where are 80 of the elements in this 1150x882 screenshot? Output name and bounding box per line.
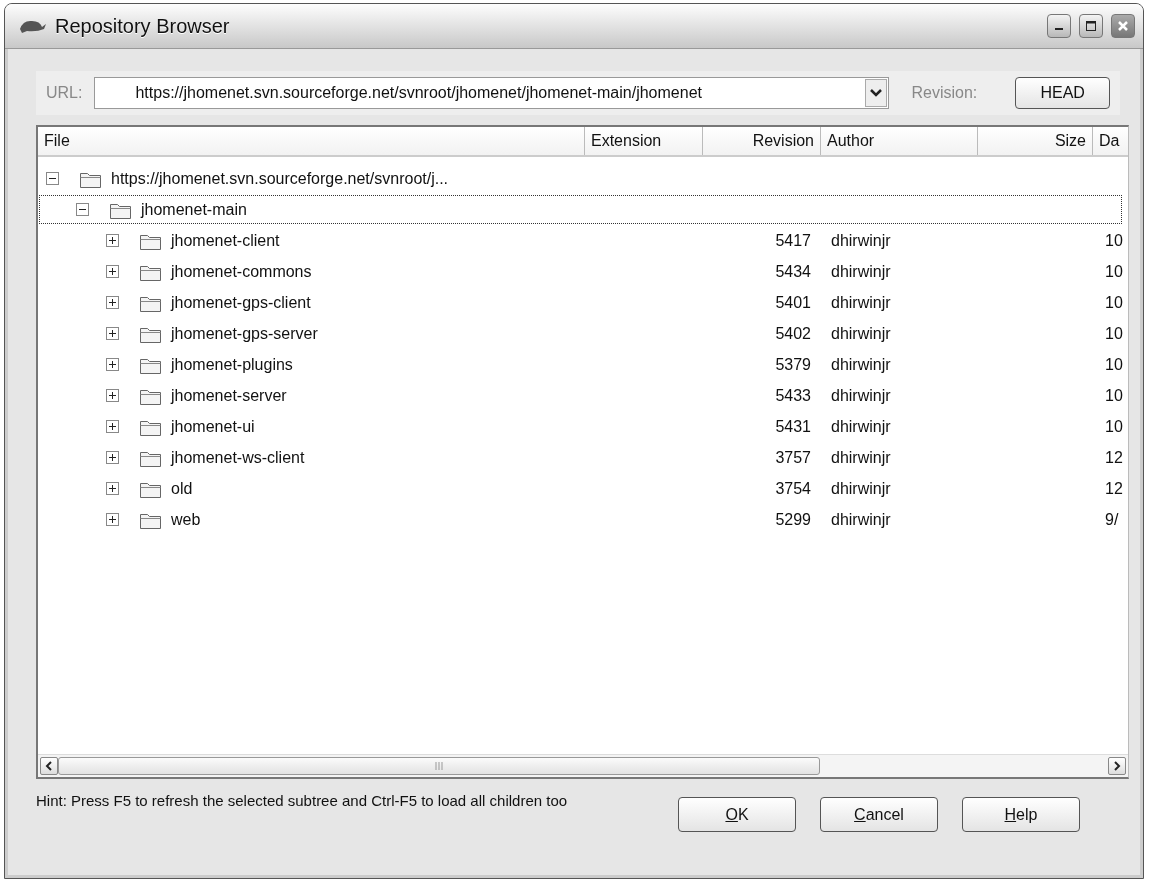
revision-cell: 5433 xyxy=(775,386,811,404)
author-cell: dhirwinjr xyxy=(831,262,891,280)
scrollbar-thumb[interactable] xyxy=(58,757,820,775)
minimize-button[interactable] xyxy=(1047,14,1071,38)
dialog-button[interactable]: OK xyxy=(678,797,796,832)
expand-icon[interactable] xyxy=(106,327,119,340)
tree-item[interactable]: jhomenet-client xyxy=(171,231,280,250)
tree-item[interactable]: old xyxy=(171,479,193,498)
expand-icon[interactable] xyxy=(106,234,119,247)
date-cell: 9/ xyxy=(1105,510,1119,528)
dialog-button[interactable]: Cancel xyxy=(820,797,938,832)
author-cell: dhirwinjr xyxy=(831,355,891,373)
tree-item[interactable]: jhomenet-gps-client xyxy=(171,293,311,312)
revision-cell: 5379 xyxy=(775,355,811,373)
revision-cell: 5417 xyxy=(775,231,811,249)
tree-item[interactable]: jhomenet-ui xyxy=(171,417,255,436)
revision-button[interactable]: HEAD xyxy=(1015,77,1110,109)
revision-cell: 5402 xyxy=(775,324,811,342)
author-cell: dhirwinjr xyxy=(831,386,891,404)
author-cell: dhirwinjr xyxy=(831,479,891,497)
column-header[interactable]: Size xyxy=(1054,132,1086,150)
hint-text: Hint: Press F5 to refresh the selected subtree and Ctrl-F5 to load all children too xyxy=(36,791,569,811)
url-combobox[interactable]: https://jhomenet.svn.sourceforge.net/svnroot/jhomenet/jhomenet-main/jhomenet xyxy=(94,77,890,109)
url-label: URL: xyxy=(46,84,83,102)
scroll-right-icon[interactable] xyxy=(1113,761,1121,771)
expand-icon[interactable] xyxy=(106,265,119,278)
author-cell: dhirwinjr xyxy=(831,231,891,249)
window-title: Repository Browser xyxy=(55,14,231,38)
tree-item[interactable]: jhomenet-commons xyxy=(171,262,312,281)
revision-cell: 5401 xyxy=(775,293,811,311)
expand-icon[interactable] xyxy=(106,420,119,433)
tree-item[interactable]: https://jhomenet.svn.sourceforge.net/svnroot/j... xyxy=(111,169,449,188)
maximize-button[interactable] xyxy=(1079,14,1103,38)
column-header[interactable]: Revision xyxy=(752,132,814,150)
date-cell: 10 xyxy=(1105,417,1123,435)
expand-icon[interactable] xyxy=(106,389,119,402)
author-cell: dhirwinjr xyxy=(831,510,891,528)
column-header[interactable]: File xyxy=(44,132,70,150)
author-cell: dhirwinjr xyxy=(831,417,891,435)
author-cell: dhirwinjr xyxy=(831,448,891,466)
maximize-icon[interactable] xyxy=(1085,20,1097,32)
close-icon[interactable] xyxy=(1117,20,1129,32)
date-cell: 12 xyxy=(1105,448,1123,466)
horizontal-scrollbar[interactable] xyxy=(38,754,1128,777)
expand-icon[interactable] xyxy=(106,482,119,495)
scroll-left-icon[interactable] xyxy=(45,761,53,771)
tree-item[interactable]: web xyxy=(171,510,201,529)
expand-icon[interactable] xyxy=(106,296,119,309)
tree-item[interactable]: jhomenet-gps-server xyxy=(171,324,318,343)
revision-cell: 3757 xyxy=(775,448,811,466)
author-cell: dhirwinjr xyxy=(831,324,891,342)
collapse-icon[interactable] xyxy=(76,203,89,216)
tree-item[interactable]: jhomenet-ws-client xyxy=(171,448,305,467)
dialog-button[interactable]: Help xyxy=(962,797,1080,832)
collapse-icon[interactable] xyxy=(46,172,59,185)
column-header[interactable]: Da xyxy=(1099,132,1120,150)
revision-cell: 3754 xyxy=(775,479,811,497)
close-button[interactable] xyxy=(1111,14,1135,38)
author-cell: dhirwinjr xyxy=(831,293,891,311)
revision-cell: 5434 xyxy=(775,262,811,280)
column-header[interactable]: Author xyxy=(827,132,875,150)
tree-item[interactable]: jhomenet-plugins xyxy=(171,355,293,374)
expand-icon[interactable] xyxy=(106,513,119,526)
date-cell: 10 xyxy=(1105,324,1123,342)
expand-icon[interactable] xyxy=(106,451,119,464)
revision-label: Revision: xyxy=(911,84,978,102)
tree-item[interactable]: jhomenet-main xyxy=(141,200,247,219)
date-cell: 10 xyxy=(1105,386,1123,404)
revision-cell: 5299 xyxy=(775,510,811,528)
date-cell: 10 xyxy=(1105,231,1123,249)
date-cell: 10 xyxy=(1105,293,1123,311)
revision-cell: 5431 xyxy=(775,417,811,435)
tree-item[interactable]: jhomenet-server xyxy=(171,386,287,405)
expand-icon[interactable] xyxy=(106,358,119,371)
grip-icon xyxy=(434,762,444,770)
column-header[interactable]: Extension xyxy=(591,132,662,150)
date-cell: 10 xyxy=(1105,355,1123,373)
date-cell: 12 xyxy=(1105,479,1123,497)
date-cell: 10 xyxy=(1105,262,1123,280)
dropdown-caret-icon[interactable] xyxy=(870,89,883,97)
